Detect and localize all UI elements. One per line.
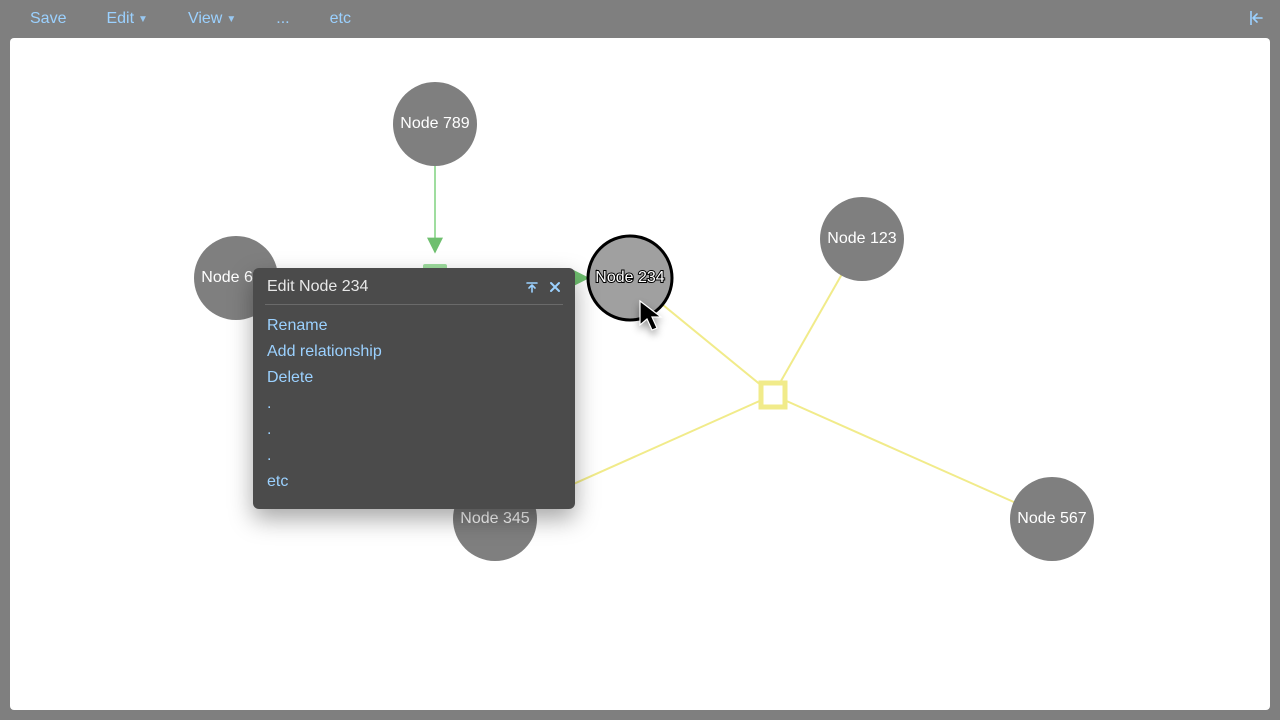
node-label: Node 567 xyxy=(1017,510,1086,527)
popup-title: Edit Node 234 xyxy=(267,278,515,296)
node-label: Node 123 xyxy=(827,230,896,247)
menu-label: ... xyxy=(276,10,289,28)
chevron-down-icon: ▼ xyxy=(138,14,148,25)
menu-label: Edit xyxy=(106,10,134,28)
popup-item-add-relationship[interactable]: Add relationship xyxy=(267,339,561,365)
menu-view[interactable]: View ▼ xyxy=(168,10,256,28)
edge[interactable] xyxy=(773,395,1052,519)
chevron-down-icon: ▼ xyxy=(226,14,236,25)
node-789[interactable]: Node 789 xyxy=(393,82,477,166)
popup-header: Edit Node 234 xyxy=(253,268,575,304)
panel-collapse-icon[interactable] xyxy=(1248,9,1266,32)
popup-item[interactable]: . xyxy=(267,391,561,417)
context-popup: Edit Node 234 Rename Add relationship De… xyxy=(253,268,575,509)
node-label: Node 345 xyxy=(460,510,529,527)
popup-item[interactable]: . xyxy=(267,417,561,443)
popup-item-delete[interactable]: Delete xyxy=(267,365,561,391)
node-123[interactable]: Node 123 xyxy=(820,197,904,281)
node-234-selected[interactable]: Node 234 xyxy=(588,236,672,320)
popup-body: Rename Add relationship Delete . . . etc xyxy=(253,305,575,509)
menu-label: etc xyxy=(330,10,351,28)
graph-canvas[interactable]: Node 789 Node 678 Node 123 Node 345 Node… xyxy=(10,38,1270,710)
menu-save[interactable]: Save xyxy=(0,10,86,28)
edge-group-yellow xyxy=(495,239,1052,519)
edge-group-green xyxy=(280,164,588,278)
node-label: Node 234 xyxy=(595,269,664,286)
app-frame: Save Edit ▼ View ▼ ... etc xyxy=(0,0,1280,720)
menu-label: Save xyxy=(30,10,66,28)
menu-label: View xyxy=(188,10,222,28)
popup-item[interactable]: . xyxy=(267,443,561,469)
menu-etc[interactable]: etc xyxy=(310,10,371,28)
menu-edit[interactable]: Edit ▼ xyxy=(86,10,167,28)
relationship-hub[interactable] xyxy=(761,383,785,407)
node-567[interactable]: Node 567 xyxy=(1010,477,1094,561)
node-label: Node 789 xyxy=(400,115,469,132)
graph-svg: Node 789 Node 678 Node 123 Node 345 Node… xyxy=(10,38,1270,710)
menubar: Save Edit ▼ View ▼ ... etc xyxy=(0,0,1280,38)
close-icon[interactable] xyxy=(549,281,561,293)
popup-item-etc[interactable]: etc xyxy=(267,469,561,495)
dock-top-icon[interactable] xyxy=(525,280,539,294)
popup-item-rename[interactable]: Rename xyxy=(267,313,561,339)
menu-more[interactable]: ... xyxy=(256,10,309,28)
